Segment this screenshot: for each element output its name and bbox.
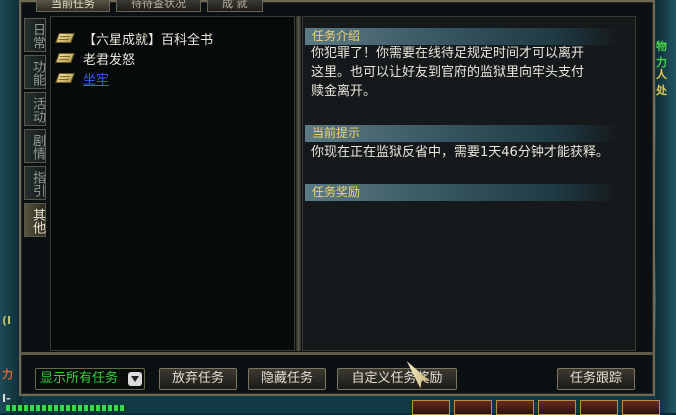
quest-detail: 任务介绍 你犯罪了！你需要在线待足规定时间才可以离开 这里。也可以让好友到官府的…	[302, 16, 636, 351]
quest-label: 老君发怒	[83, 52, 136, 68]
side-tab-bar: 日常 功能 活动 剧情 指引 其他	[24, 18, 48, 240]
tab-achievements[interactable]: 成 就	[207, 0, 263, 12]
frame-divider	[20, 352, 654, 355]
dropdown-label: 显示所有任务	[40, 371, 119, 386]
left-edge-label: (I	[2, 314, 12, 327]
top-tab-bar: 当前任务 待待查状况 成 就	[36, 0, 263, 12]
tab-status[interactable]: 待待查状况	[116, 0, 201, 12]
experience-bar	[6, 405, 126, 411]
intro-text-2: 这里。也可以让好友到官府的监狱里向牢头支付	[311, 65, 585, 80]
tab-other[interactable]: 其他	[24, 203, 46, 237]
quest-item-encyclopedia[interactable]: 【六星成就】百科全书	[57, 29, 214, 48]
quest-list: 【六星成就】百科全书 老君发怒 坐牢	[50, 16, 295, 351]
tab-story[interactable]: 剧情	[24, 129, 46, 163]
intro-text-3: 赎金离开。	[311, 84, 377, 99]
abandon-quest-button[interactable]: 放弃任务	[159, 368, 237, 390]
quest-label: 坐牢	[83, 72, 110, 88]
left-edge-label-2: 力	[2, 368, 13, 381]
intro-text-1: 你犯罪了！你需要在线待足规定时间才可以离开	[311, 46, 585, 61]
track-quest-button[interactable]: 任务跟踪	[557, 368, 635, 390]
hint-header: 当前提示	[305, 125, 619, 142]
right-edge-label-2: 人处	[656, 68, 667, 97]
show-all-quests-dropdown[interactable]: 显示所有任务	[35, 368, 145, 390]
tab-current-quests[interactable]: 当前任务	[36, 0, 110, 12]
book-icon	[57, 52, 75, 64]
hide-quest-button[interactable]: 隐藏任务	[248, 368, 326, 390]
tab-activity[interactable]: 活动	[24, 92, 46, 126]
book-icon	[57, 72, 75, 84]
pane-divider[interactable]	[296, 16, 301, 351]
intro-header: 任务介绍	[305, 28, 619, 45]
left-edge-label-3: I-	[2, 392, 11, 405]
chevron-down-icon	[128, 372, 142, 386]
tab-daily[interactable]: 日常	[24, 18, 46, 52]
quest-label: 【六星成就】百科全书	[83, 32, 214, 48]
custom-reward-button[interactable]: 自定义任务奖励	[337, 368, 457, 390]
hint-text: 你现在正在监狱反省中，需要1天46分钟才能获释。	[311, 145, 609, 160]
quest-item-jail[interactable]: 坐牢	[57, 69, 110, 88]
quest-item-laojun[interactable]: 老君发怒	[57, 49, 136, 68]
tab-function[interactable]: 功能	[24, 55, 46, 89]
tab-guide[interactable]: 指引	[24, 166, 46, 200]
reward-header: 任务奖励	[305, 184, 619, 201]
book-icon	[57, 32, 75, 44]
